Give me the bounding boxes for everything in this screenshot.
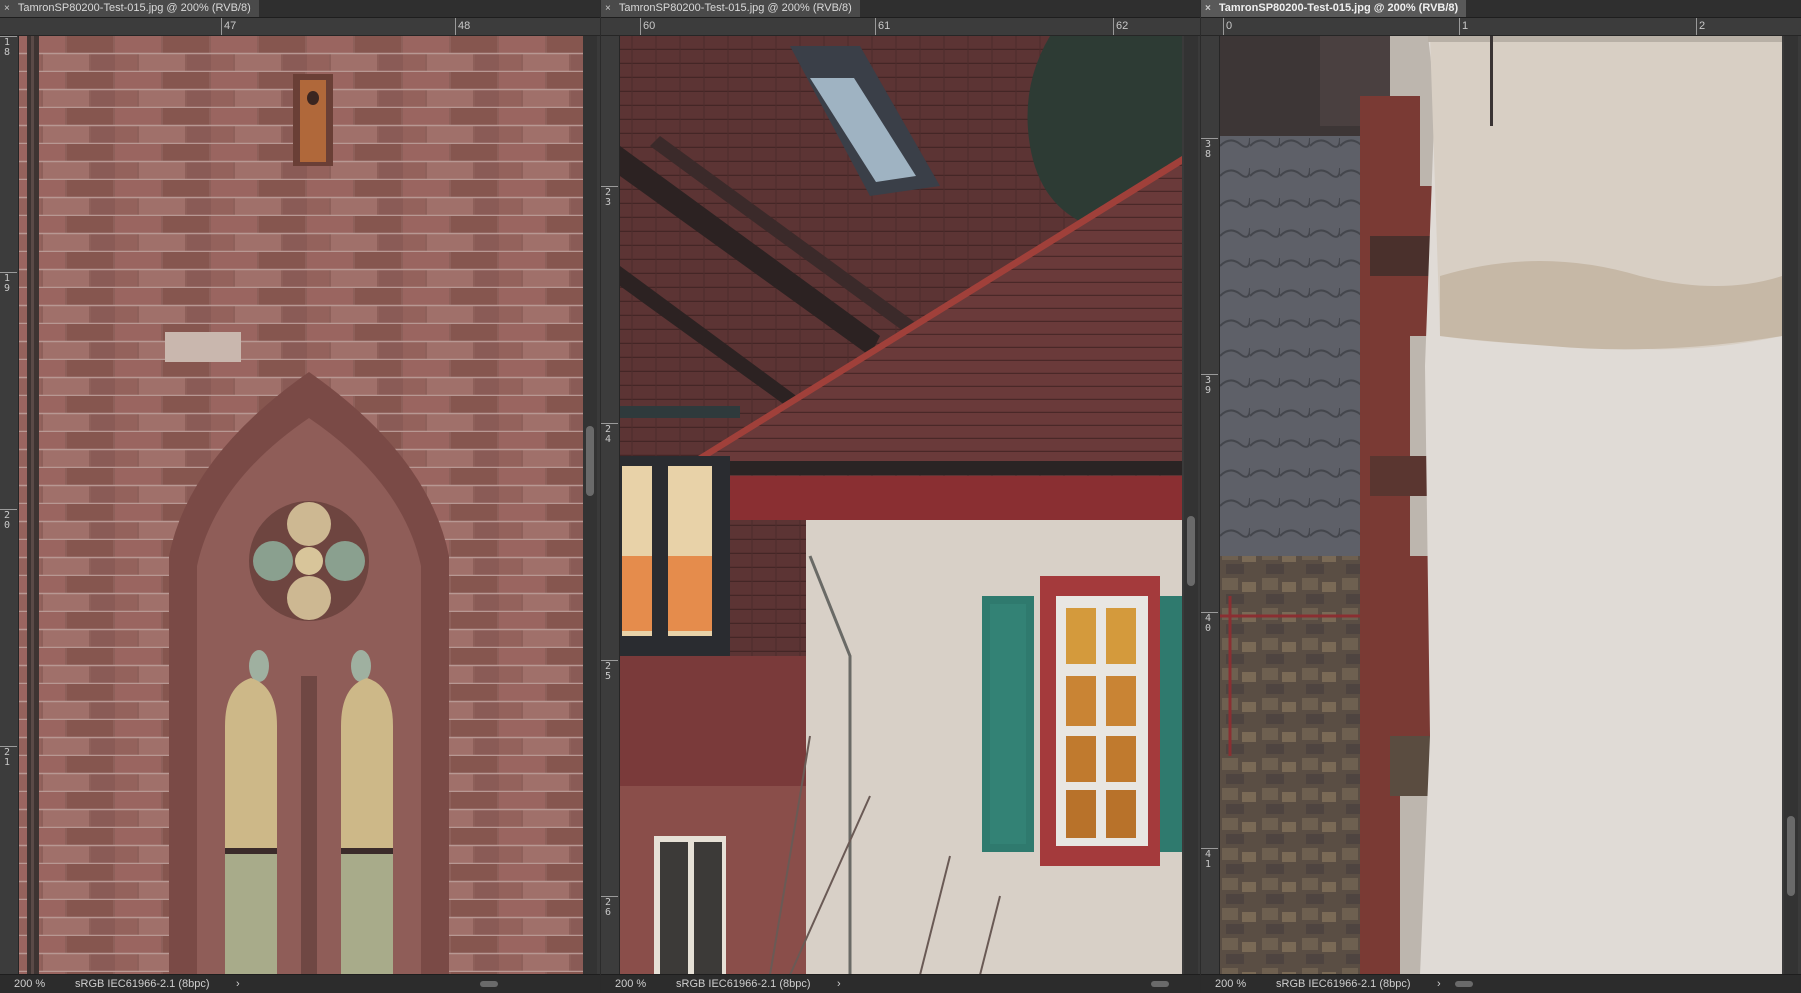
document-tab-active[interactable]: × TamronSP80200-Test-015.jpg @ 200% (RVB… [1201, 0, 1467, 17]
image-canvas[interactable] [19, 36, 583, 975]
document-tab-title: TamronSP80200-Test-015.jpg @ 200% (RVB/8… [1218, 2, 1459, 14]
image-canvas[interactable] [620, 36, 1182, 975]
vertical-ruler[interactable]: 3 8 3 9 4 0 4 1 [1201, 36, 1220, 975]
status-bar: 200 % sRGB IEC61966-2.1 (8bpc) › [601, 974, 1200, 993]
color-profile: sRGB IEC61966-2.1 (8bpc) [75, 978, 210, 990]
chevron-right-icon[interactable]: › [1437, 975, 1441, 993]
document-titlebar: × TamronSP80200-Test-015.jpg @ 200% (RVB… [0, 0, 600, 18]
close-icon[interactable]: × [4, 0, 10, 17]
document-window-2: × TamronSP80200-Test-015.jpg @ 200% (RVB… [601, 0, 1200, 993]
document-tab-title: TamronSP80200-Test-015.jpg @ 200% (RVB/8… [17, 2, 251, 14]
status-bar: 200 % sRGB IEC61966-2.1 (8bpc) › [0, 974, 600, 993]
vertical-scrollbar[interactable] [583, 36, 597, 975]
document-window-1: × TamronSP80200-Test-015.jpg @ 200% (RVB… [0, 0, 600, 993]
document-tab[interactable]: × TamronSP80200-Test-015.jpg @ 200% (RVB… [601, 0, 860, 17]
scrollbar-thumb[interactable] [586, 426, 594, 496]
horizontal-ruler[interactable]: 47 48 [0, 18, 600, 36]
document-tab-title: TamronSP80200-Test-015.jpg @ 200% (RVB/8… [618, 2, 852, 14]
document-titlebar: × TamronSP80200-Test-015.jpg @ 200% (RVB… [601, 0, 1200, 18]
close-icon[interactable]: × [605, 0, 611, 17]
canvas-image-church-wall [19, 36, 583, 975]
vertical-ruler[interactable]: 1 8 1 9 2 0 2 1 [0, 36, 19, 975]
image-canvas[interactable] [1220, 36, 1782, 975]
zoom-level[interactable]: 200 % [1215, 975, 1246, 993]
scrollbar-thumb[interactable] [1187, 516, 1195, 586]
vertical-scrollbar[interactable] [1784, 36, 1798, 975]
document-window-3: × TamronSP80200-Test-015.jpg @ 200% (RVB… [1201, 0, 1801, 993]
scrollbar-thumb[interactable] [1787, 816, 1795, 896]
chevron-right-icon[interactable]: › [837, 975, 841, 993]
zoom-level[interactable]: 200 % [14, 975, 45, 993]
horizontal-scrollbar-thumb[interactable] [1455, 981, 1473, 987]
horizontal-ruler[interactable]: 60 61 62 [601, 18, 1200, 36]
close-icon[interactable]: × [1205, 0, 1211, 17]
vertical-scrollbar[interactable] [1184, 36, 1198, 975]
color-profile: sRGB IEC61966-2.1 (8bpc) [676, 978, 811, 990]
canvas-image-plaster-wall [1220, 36, 1782, 975]
horizontal-scrollbar-thumb[interactable] [480, 981, 498, 987]
document-titlebar: × TamronSP80200-Test-015.jpg @ 200% (RVB… [1201, 0, 1801, 18]
horizontal-ruler[interactable]: 0 1 2 [1201, 18, 1801, 36]
vertical-ruler[interactable]: 2 3 2 4 2 5 2 6 [601, 36, 620, 975]
status-bar: 200 % sRGB IEC61966-2.1 (8bpc) › [1201, 974, 1801, 993]
document-tab[interactable]: × TamronSP80200-Test-015.jpg @ 200% (RVB… [0, 0, 259, 17]
zoom-level[interactable]: 200 % [615, 975, 646, 993]
chevron-right-icon[interactable]: › [236, 975, 240, 993]
horizontal-scrollbar-thumb[interactable] [1151, 981, 1169, 987]
canvas-image-rooftops [620, 36, 1182, 975]
color-profile: sRGB IEC61966-2.1 (8bpc) [1276, 978, 1411, 990]
